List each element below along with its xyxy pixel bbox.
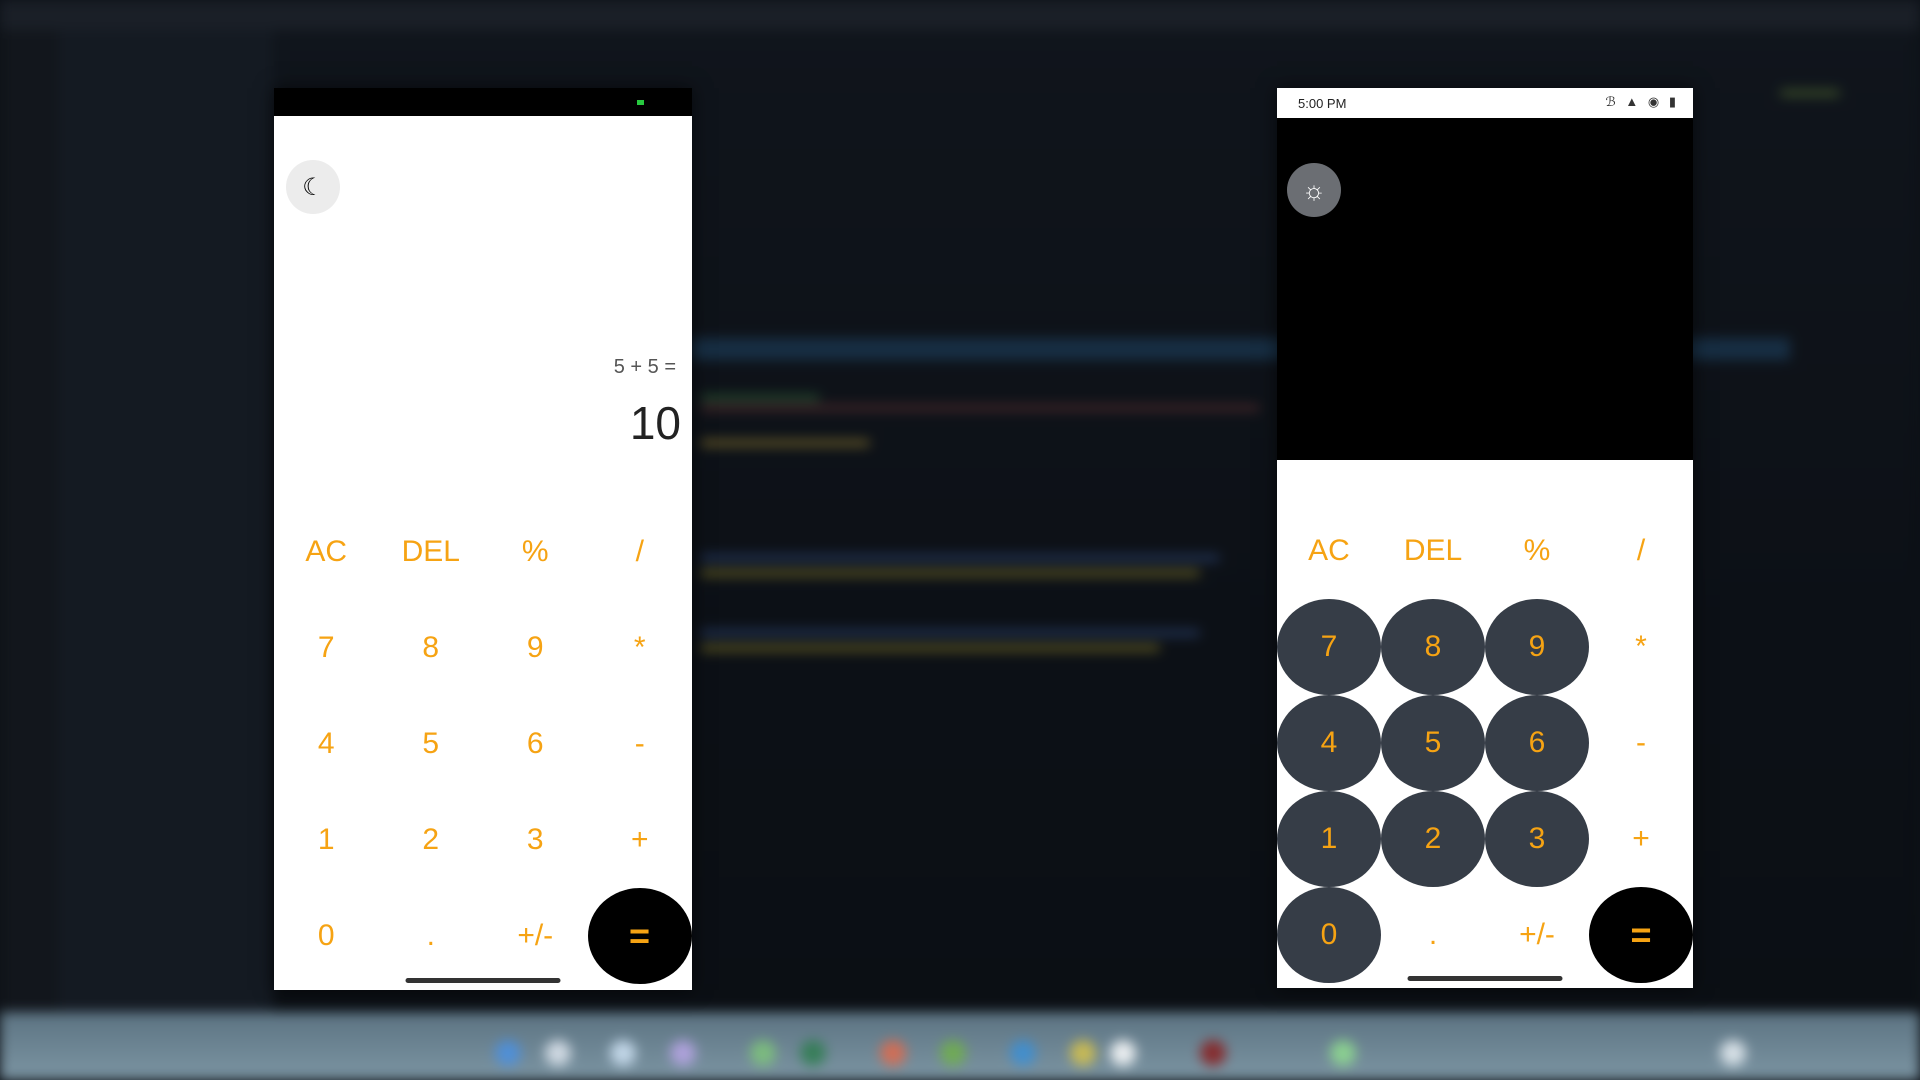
dock-icon: [1010, 1040, 1036, 1066]
key-delete-button[interactable]: DEL: [379, 504, 484, 600]
key-decimal-button[interactable]: .: [1381, 887, 1485, 983]
status-time: 5:00 PM: [1298, 96, 1347, 111]
dock-icon: [495, 1040, 521, 1066]
key-digit-2-button[interactable]: 2: [1381, 791, 1485, 887]
key-equals-button[interactable]: =: [587, 888, 692, 984]
key-delete-button[interactable]: DEL: [1381, 503, 1485, 599]
key-digit-0-button[interactable]: 0: [274, 888, 379, 984]
key-divide-button[interactable]: /: [1589, 503, 1693, 599]
key-digit-2-button[interactable]: 2: [379, 792, 484, 888]
code-line: [700, 570, 1200, 576]
key-digit-3-button[interactable]: 3: [483, 792, 588, 888]
dock-icon: [670, 1040, 696, 1066]
dock-icon: [880, 1040, 906, 1066]
theme-toggle-button[interactable]: ☾: [286, 160, 340, 214]
code-line: [700, 555, 1220, 561]
key-multiply-button[interactable]: *: [1589, 599, 1693, 695]
code-line: [700, 630, 1200, 636]
home-indicator[interactable]: [1407, 976, 1563, 981]
home-indicator[interactable]: [405, 978, 561, 983]
key-sign-toggle-button[interactable]: +/-: [483, 888, 588, 984]
key-digit-7-button[interactable]: 7: [1277, 599, 1381, 695]
minimap: [1780, 90, 1840, 96]
key-equals-button[interactable]: =: [1589, 887, 1693, 983]
dock-icon: [1070, 1040, 1096, 1066]
dock-icon: [1110, 1040, 1136, 1066]
key-percent-button[interactable]: %: [1485, 503, 1589, 599]
key-digit-8-button[interactable]: 8: [1381, 599, 1485, 695]
key-digit-1-button[interactable]: 1: [274, 792, 379, 888]
expression-display: 5 + 5 =: [613, 356, 676, 378]
code-line: [700, 405, 1260, 411]
key-digit-6-button[interactable]: 6: [1485, 695, 1589, 791]
editor-activity-bar: [0, 30, 58, 1030]
dock-icon: [1330, 1040, 1356, 1066]
dock-icon: [800, 1040, 826, 1066]
moon-icon: ☾: [302, 173, 324, 201]
key-all-clear-button[interactable]: AC: [274, 504, 379, 600]
key-minus-button[interactable]: -: [588, 696, 693, 792]
key-digit-8-button[interactable]: 8: [379, 600, 484, 696]
keypad: AC DEL%/ 7 8 9 * 4 5 6- 1 2 3 +0. +/- =: [274, 504, 692, 984]
calculator-phone-dark: 5:00 PM ℬ ▲ ◉ ▮ ☼ AC DEL%/ 7 8 9 * 4 5 6- 1 2 3 +0. +…: [1277, 88, 1693, 988]
dock-icon: [1200, 1040, 1226, 1066]
bluetooth-icon: ℬ: [1605, 94, 1619, 109]
theme-toggle-button[interactable]: ☼: [1287, 163, 1341, 217]
key-plus-button[interactable]: +: [1589, 791, 1693, 887]
key-digit-5-button[interactable]: 5: [1381, 695, 1485, 791]
key-digit-4-button[interactable]: 4: [274, 696, 379, 792]
key-divide-button[interactable]: /: [588, 504, 693, 600]
result-display: 10: [629, 397, 681, 449]
status-bar: 5:00 PM ℬ ▲ ◉ ▮: [1277, 88, 1693, 118]
key-digit-3-button[interactable]: 3: [1485, 791, 1589, 887]
key-digit-0-button[interactable]: 0: [1277, 887, 1381, 983]
editor-title-bar: [0, 0, 1920, 30]
dock-icon: [940, 1040, 966, 1066]
wifi-icon: ◉: [1647, 94, 1663, 109]
key-sign-toggle-button[interactable]: +/-: [1485, 887, 1589, 983]
key-plus-button[interactable]: +: [588, 792, 693, 888]
sun-icon: ☼: [1302, 174, 1326, 205]
key-digit-1-button[interactable]: 1: [1277, 791, 1381, 887]
dock-icon: [750, 1040, 776, 1066]
signal-icon: ▲: [1625, 94, 1642, 109]
dock-icon: [610, 1040, 636, 1066]
key-digit-9-button[interactable]: 9: [1485, 599, 1589, 695]
key-multiply-button[interactable]: *: [588, 600, 693, 696]
calculator-phone-light: ☾ 5 + 5 = 10 AC DEL%/ 7 8 9 * 4 5 6- 1 2 3 +0. +/- =: [274, 88, 692, 990]
code-line: [700, 440, 870, 446]
editor-file-explorer: [58, 30, 273, 1030]
key-decimal-button[interactable]: .: [379, 888, 484, 984]
camera-indicator-icon: [637, 100, 644, 105]
key-all-clear-button[interactable]: AC: [1277, 503, 1381, 599]
key-digit-4-button[interactable]: 4: [1277, 695, 1381, 791]
key-digit-5-button[interactable]: 5: [379, 696, 484, 792]
dock-icon: [545, 1040, 571, 1066]
key-minus-button[interactable]: -: [1589, 695, 1693, 791]
status-bar: [274, 88, 692, 116]
display-area: [1277, 118, 1693, 460]
code-line: [700, 395, 820, 401]
key-percent-button[interactable]: %: [483, 504, 588, 600]
dock-icon: [1720, 1040, 1746, 1066]
key-digit-7-button[interactable]: 7: [274, 600, 379, 696]
battery-icon: ▮: [1668, 94, 1679, 109]
status-icons: ℬ ▲ ◉ ▮: [1606, 94, 1679, 110]
key-digit-9-button[interactable]: 9: [483, 600, 588, 696]
keypad: AC DEL%/ 7 8 9 * 4 5 6- 1 2 3 +0. +/- =: [1277, 503, 1693, 983]
key-digit-6-button[interactable]: 6: [483, 696, 588, 792]
code-line: [700, 645, 1160, 651]
